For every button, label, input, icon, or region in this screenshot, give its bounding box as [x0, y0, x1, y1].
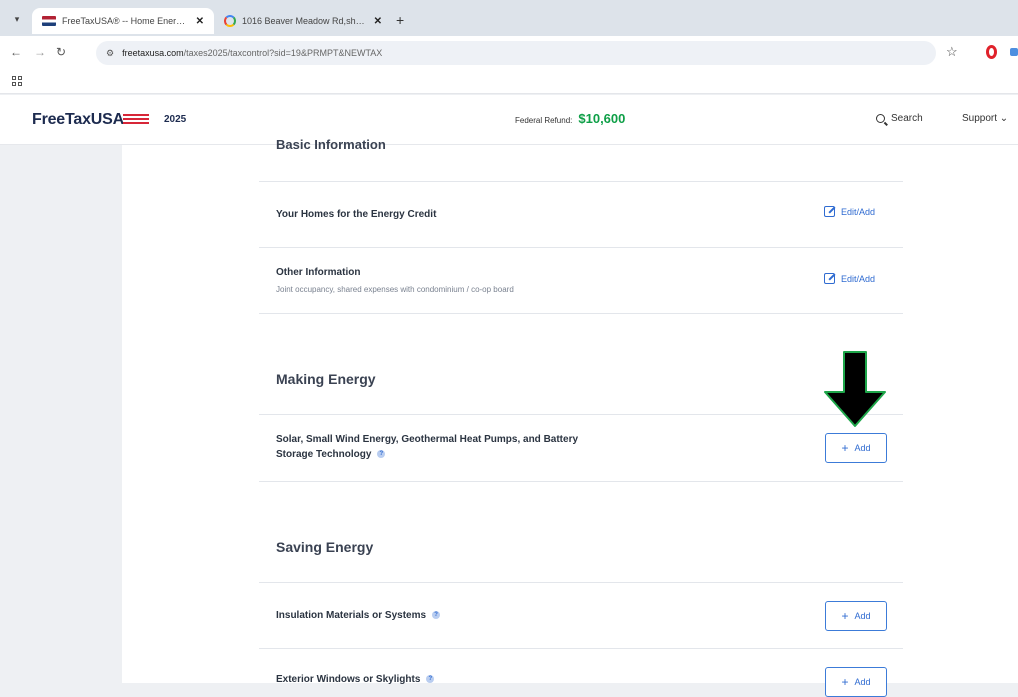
plus-icon: + [841, 675, 849, 689]
refund-label: Federal Refund: [515, 116, 573, 125]
apps-grid-icon[interactable] [12, 76, 22, 86]
row-title-line2: Storage Technology [276, 449, 372, 460]
search-icon [876, 114, 885, 123]
edit-add-label: Edit/Add [841, 206, 876, 217]
add-solar-button[interactable]: + Add [825, 433, 887, 463]
help-icon[interactable]: ? [432, 611, 441, 620]
row-title-solar: Solar, Small Wind Energy, Geothermal Hea… [276, 432, 578, 462]
add-label: Add [854, 677, 871, 687]
brand-logo[interactable]: FreeTaxUSA [32, 111, 124, 129]
reload-icon[interactable]: ↻ [56, 45, 66, 59]
tab-freetaxusa[interactable]: FreeTaxUSA® -- Home Energy Cre ✕ [32, 8, 214, 34]
row-title-insulation: Insulation Materials or Systems? [276, 608, 441, 623]
url-host: freetaxusa.com [122, 48, 184, 58]
help-icon[interactable]: ? [377, 450, 386, 459]
tab-title: FreeTaxUSA® -- Home Energy Cre [62, 16, 190, 26]
row-title-text: Insulation Materials or Systems [276, 610, 427, 621]
forward-arrow-icon[interactable]: → [34, 45, 46, 59]
opera-extension-icon[interactable] [986, 45, 997, 59]
tab-close-icon[interactable]: ✕ [196, 16, 204, 27]
flag-stripes-icon [123, 114, 149, 125]
add-insulation-button[interactable]: + Add [825, 601, 887, 631]
row-title-windows: Exterior Windows or Skylights? [276, 672, 435, 687]
search-button[interactable]: Search [876, 113, 923, 124]
freetaxusa-favicon-icon [42, 16, 56, 26]
edit-add-your-homes-link[interactable]: Edit/Add [824, 206, 875, 217]
edit-icon [824, 206, 835, 217]
back-arrow-icon[interactable]: ← [10, 45, 22, 59]
divider [259, 582, 903, 583]
divider [259, 247, 903, 248]
section-heading-saving-energy: Saving Energy [276, 539, 374, 555]
divider [259, 648, 903, 649]
extension-icon[interactable] [1010, 48, 1018, 56]
annotation-arrow-down-icon [824, 351, 886, 427]
browser-tabstrip: ▾ FreeTaxUSA® -- Home Energy Cre ✕ 1016 … [0, 0, 1018, 36]
site-info-icon[interactable]: ⚙ [106, 48, 114, 59]
annotation-arrow-shape [824, 351, 886, 427]
edit-icon [824, 273, 835, 284]
divider [259, 414, 903, 415]
section-heading-making-energy: Making Energy [276, 371, 376, 387]
federal-refund: Federal Refund: $10,600 [515, 111, 625, 126]
tab-close-icon[interactable]: ✕ [374, 16, 382, 27]
add-windows-button[interactable]: + Add [825, 667, 887, 697]
section-heading-basic: Basic Information [276, 137, 386, 152]
bookmark-star-icon[interactable]: ☆ [946, 44, 958, 60]
browser-toolbar: ← → ↻ ⚙ freetaxusa.com /taxes2025/taxcon… [0, 36, 1018, 70]
divider [259, 313, 903, 314]
help-icon[interactable]: ? [426, 675, 435, 684]
add-label: Add [854, 443, 871, 453]
row-title-line1: Solar, Small Wind Energy, Geothermal Hea… [276, 434, 579, 445]
plus-icon: + [841, 441, 849, 455]
divider [259, 181, 903, 182]
plus-icon: + [841, 609, 849, 623]
support-menu[interactable]: Support ⌄ [962, 113, 1008, 124]
google-favicon-icon [224, 15, 236, 27]
add-label: Add [854, 611, 871, 621]
url-bar[interactable]: ⚙ freetaxusa.com /taxes2025/taxcontrol?s… [96, 41, 936, 65]
row-title-your-homes: Your Homes for the Energy Credit [276, 209, 437, 220]
tab-title: 1016 Beaver Meadow Rd,sharon [242, 16, 368, 26]
row-title-other-info: Other Information [276, 267, 361, 278]
row-title-text: Exterior Windows or Skylights [276, 674, 421, 685]
tax-year: 2025 [164, 114, 187, 125]
edit-add-other-info-link[interactable]: Edit/Add [824, 273, 875, 284]
edit-add-label: Edit/Add [841, 273, 876, 284]
tab-search-chevron-icon[interactable]: ▾ [8, 10, 26, 28]
tab-google-search[interactable]: 1016 Beaver Meadow Rd,sharon ✕ [214, 8, 392, 34]
new-tab-button[interactable]: + [396, 12, 404, 28]
bookmarks-bar [0, 70, 1018, 94]
url-path: /taxes2025/taxcontrol?sid=19&PRMPT&NEWTA… [183, 48, 383, 58]
search-label: Search [891, 113, 923, 124]
app-header: FreeTaxUSA 2025 Federal Refund: $10,600 … [0, 95, 1018, 145]
refund-amount: $10,600 [578, 111, 626, 126]
divider [259, 481, 903, 482]
row-subtitle-other-info: Joint occupancy, shared expenses with co… [276, 285, 514, 294]
